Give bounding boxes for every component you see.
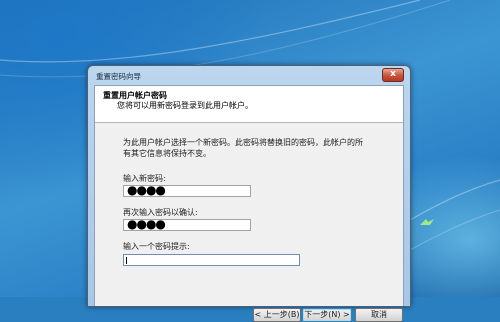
close-button[interactable]: x — [382, 68, 404, 82]
back-button[interactable]: < 上一步(B) — [253, 308, 301, 322]
dialog-client-area: 重置用户帐户密码 您将可以用新密码登录到此用户帐户。 为此用户帐户选择一个新密码… — [94, 85, 404, 322]
password-hint-label: 输入一个密码提示: — [123, 242, 190, 251]
confirm-password-field[interactable]: ●●●● — [123, 217, 251, 231]
reset-password-wizard-dialog: 重置密码向导 x 重置用户帐户密码 您将可以用新密码登录到此用户帐户。 为此用户… — [87, 65, 411, 322]
new-password-value: ●●●● — [127, 183, 166, 197]
instructions-line-1: 为此用户帐户选择一个新密码。此密码将替换旧的密码，此帐户的所 — [123, 138, 363, 147]
dialog-title: 重置密码向导 — [96, 72, 141, 81]
confirm-password-value: ●●●● — [127, 217, 166, 231]
new-password-field[interactable]: ●●●● — [123, 183, 251, 197]
password-hint-field[interactable] — [123, 254, 300, 266]
instructions-text: 为此用户帐户选择一个新密码。此密码将替换旧的密码，此帐户的所 有其它信息将保持不… — [123, 137, 363, 159]
instructions-line-2: 有其它信息将保持不变。 — [123, 149, 211, 158]
wizard-header-subtitle: 您将可以用新密码登录到此用户帐户。 — [117, 101, 253, 110]
next-button[interactable]: 下一步(N) > — [302, 308, 352, 322]
dialog-titlebar[interactable]: 重置密码向导 x — [88, 66, 410, 85]
wizard-header: 重置用户帐户密码 您将可以用新密码登录到此用户帐户。 — [95, 86, 403, 123]
cancel-button[interactable]: 取消 — [355, 308, 403, 322]
close-icon: x — [390, 69, 396, 79]
text-caret — [126, 257, 127, 264]
